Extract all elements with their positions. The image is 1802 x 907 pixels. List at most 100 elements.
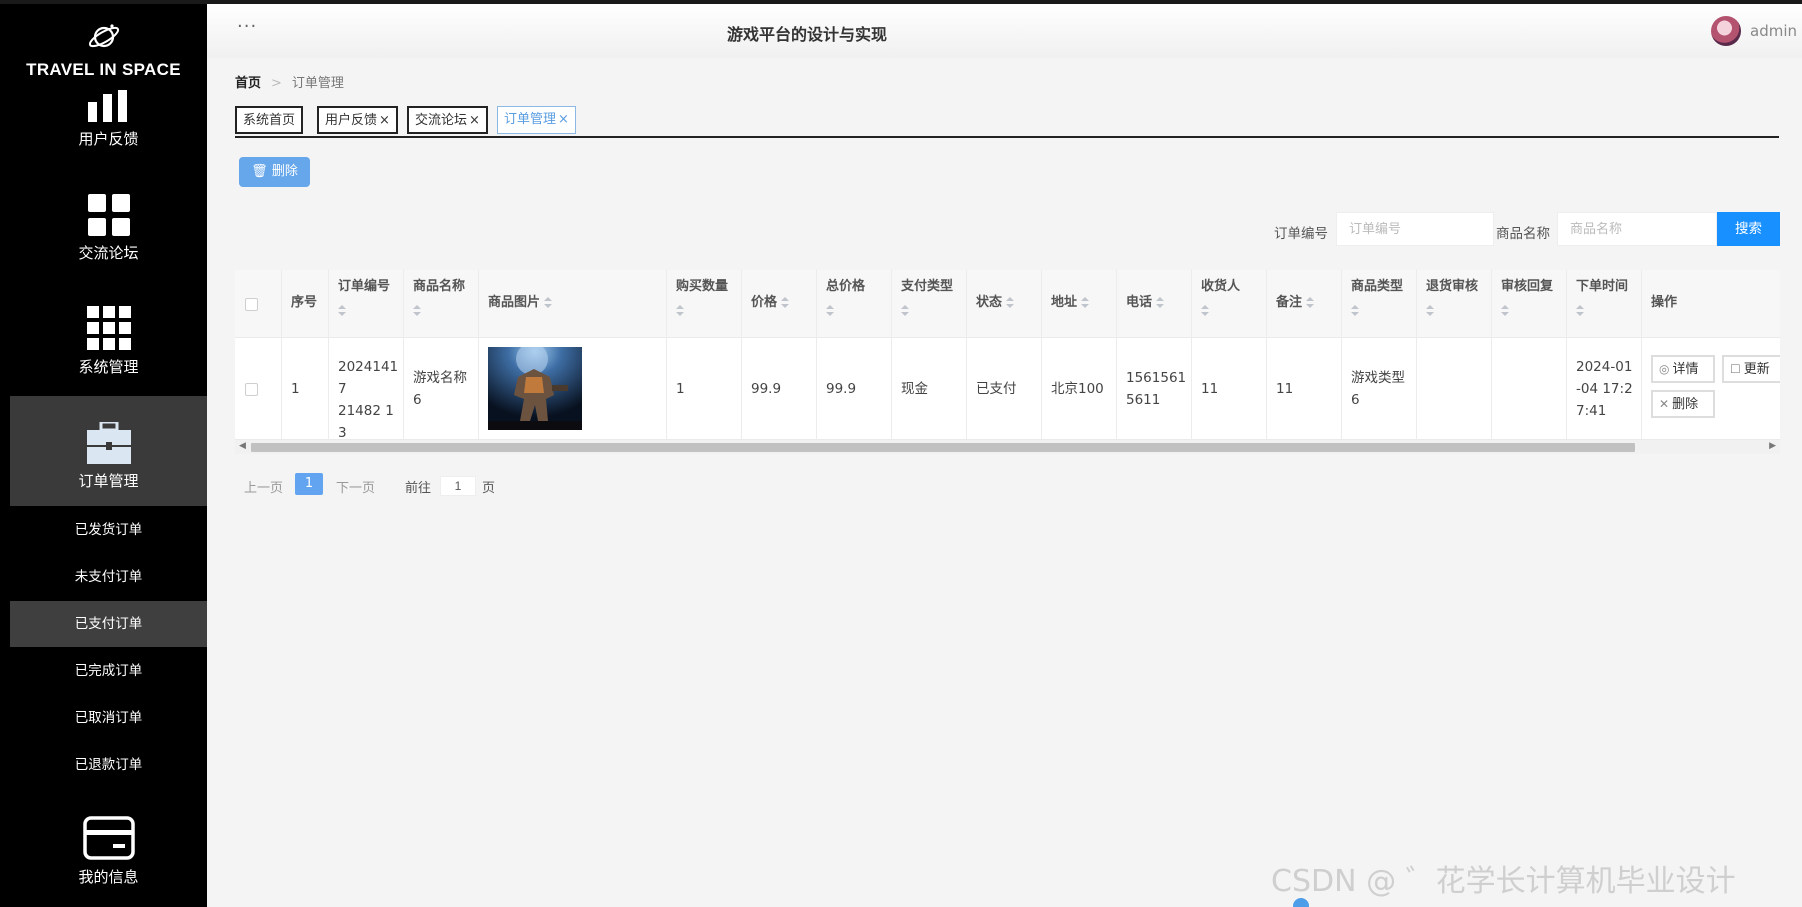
sort-icon[interactable]	[1576, 305, 1584, 317]
cell-pay-type: 现金	[892, 338, 967, 440]
sidebar-item-system[interactable]: 系统管理	[10, 306, 207, 378]
next-page-button[interactable]: 下一页	[336, 477, 375, 496]
logo[interactable]: TRAVEL IN SPACE	[0, 20, 207, 80]
update-button[interactable]: ☐ 更新	[1722, 355, 1780, 383]
cell-text: 99.9	[826, 381, 857, 397]
sort-icon[interactable]	[1201, 305, 1209, 317]
col-label: 审核回复	[1501, 279, 1554, 294]
scroll-left-icon[interactable]: ◀	[239, 441, 246, 451]
briefcase-icon	[86, 422, 131, 464]
col-label: 操作	[1651, 295, 1678, 310]
col-pay-type[interactable]: 支付类型	[892, 270, 967, 338]
sort-icon[interactable]	[826, 305, 834, 317]
detail-button[interactable]: ◎ 详情	[1651, 355, 1715, 383]
page-number-current[interactable]: 1	[295, 473, 323, 495]
col-product-name[interactable]: 商品名称	[404, 270, 479, 338]
col-actions: 操作	[1642, 270, 1780, 338]
breadcrumb-home[interactable]: 首页	[235, 76, 261, 91]
sidebar-item-label: 系统管理	[78, 358, 139, 376]
line: -04 17:2	[1576, 381, 1633, 397]
line: 6	[413, 392, 422, 408]
sub-item-paid[interactable]: 已支付订单	[10, 601, 207, 647]
close-icon[interactable]: ×	[469, 113, 480, 128]
col-address[interactable]: 地址	[1042, 270, 1117, 338]
sub-item-shipped[interactable]: 已发货订单	[10, 507, 207, 553]
sort-icon[interactable]	[1006, 296, 1015, 309]
avatar[interactable]	[1711, 16, 1741, 46]
col-total[interactable]: 总价格	[817, 270, 892, 338]
tab-forum[interactable]: 交流论坛 ×	[407, 106, 488, 134]
col-review-reply[interactable]: 审核回复	[1492, 270, 1567, 338]
sort-icon[interactable]	[676, 305, 684, 317]
cell-quantity: 1	[667, 338, 742, 440]
sub-item-cancelled[interactable]: 已取消订单	[10, 695, 207, 741]
sort-icon[interactable]	[1156, 296, 1165, 309]
tab-home[interactable]: 系统首页	[235, 106, 304, 134]
close-icon[interactable]: ×	[379, 113, 390, 128]
batch-delete-button[interactable]: 🗑 删除	[239, 157, 310, 187]
scroll-right-icon[interactable]: ▶	[1769, 441, 1776, 451]
col-phone[interactable]: 电话	[1117, 270, 1192, 338]
product-image[interactable]	[488, 347, 582, 430]
sidebar-item-orders[interactable]: 订单管理	[10, 396, 207, 506]
horizontal-scrollbar[interactable]: ◀ ▶	[235, 440, 1780, 454]
search-button[interactable]: 搜索	[1717, 212, 1780, 246]
col-label: 退货审核	[1426, 279, 1479, 294]
username[interactable]: admin	[1750, 22, 1797, 40]
sort-icon[interactable]	[1501, 305, 1509, 317]
goto-page-input[interactable]	[440, 476, 476, 496]
col-product-image[interactable]: 商品图片	[479, 270, 667, 338]
card-icon	[82, 816, 135, 860]
col-quantity[interactable]: 购买数量	[667, 270, 742, 338]
cell-text: 99.9	[751, 381, 782, 397]
sidebar-item-feedback[interactable]: 用户反馈	[10, 90, 207, 150]
line: 3	[338, 425, 347, 440]
col-remark[interactable]: 备注	[1267, 270, 1342, 338]
order-no-input[interactable]	[1336, 212, 1494, 246]
sort-icon[interactable]	[413, 305, 421, 317]
planet-icon	[88, 24, 119, 48]
col-label: 电话	[1126, 295, 1153, 310]
cell-text: 游戏类型 6	[1351, 367, 1412, 411]
line: 游戏名称	[413, 370, 467, 386]
col-label: 购买数量	[676, 279, 729, 294]
sort-icon[interactable]	[1306, 296, 1315, 309]
sub-item-refunded[interactable]: 已退款订单	[10, 742, 207, 788]
col-order-no[interactable]: 订单编号	[329, 270, 404, 338]
scrollbar-thumb[interactable]	[251, 443, 1635, 452]
tab-feedback[interactable]: 用户反馈 ×	[317, 106, 398, 134]
more-icon[interactable]: ···	[237, 16, 257, 37]
button-label: 更新	[1743, 362, 1770, 377]
table-header: 序号 订单编号 商品名称 商品图片 购买数量 价格 总价格 支付类型 状态 地址…	[235, 270, 1780, 338]
sidebar-item-my-info[interactable]: 我的信息	[10, 816, 207, 896]
col-price[interactable]: 价格	[742, 270, 817, 338]
col-receiver[interactable]: 收货人	[1192, 270, 1267, 338]
sort-icon[interactable]	[544, 296, 553, 309]
row-delete-button[interactable]: ✕ 删除	[1651, 390, 1715, 418]
col-label: 地址	[1051, 295, 1078, 310]
cell-return-review	[1417, 338, 1492, 440]
col-status[interactable]: 状态	[967, 270, 1042, 338]
col-index: 序号	[282, 270, 329, 338]
cell-product-image	[479, 338, 667, 440]
sort-icon[interactable]	[781, 296, 790, 309]
col-order-time[interactable]: 下单时间	[1567, 270, 1642, 338]
col-product-type[interactable]: 商品类型	[1342, 270, 1417, 338]
sub-item-completed[interactable]: 已完成订单	[10, 648, 207, 694]
tab-orders[interactable]: 订单管理 ×	[497, 106, 576, 134]
sort-icon[interactable]	[1351, 305, 1359, 317]
close-icon[interactable]: ×	[558, 112, 569, 127]
prev-page-button[interactable]: 上一页	[244, 477, 283, 496]
page-title: 游戏平台的设计与实现	[727, 25, 888, 44]
select-all-checkbox[interactable]	[245, 298, 258, 311]
sort-icon[interactable]	[1426, 305, 1434, 317]
row-checkbox[interactable]	[245, 383, 258, 396]
col-return-review[interactable]: 退货审核	[1417, 270, 1492, 338]
sort-icon[interactable]	[1081, 296, 1090, 309]
col-label: 备注	[1276, 295, 1303, 310]
sidebar-item-forum[interactable]: 交流论坛	[10, 194, 207, 264]
sub-item-unpaid[interactable]: 未支付订单	[10, 554, 207, 600]
product-name-input[interactable]	[1557, 212, 1717, 246]
sort-icon[interactable]	[338, 305, 346, 317]
sort-icon[interactable]	[901, 305, 909, 317]
